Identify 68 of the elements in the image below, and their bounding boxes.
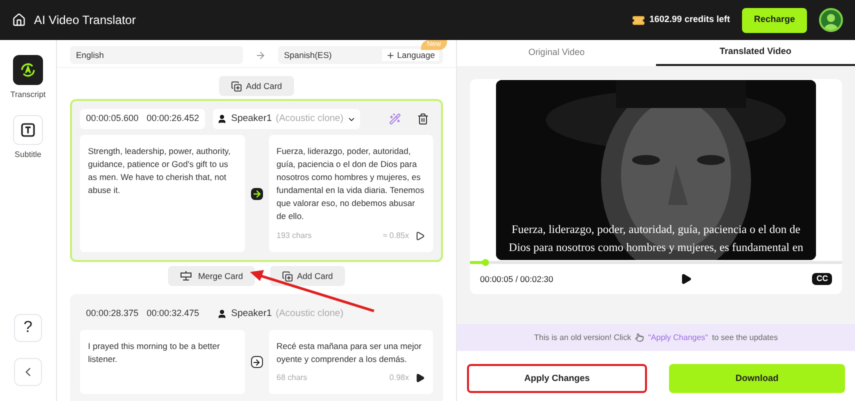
speaker-icon: [217, 309, 228, 319]
sidebar-label[interactable]: Subtitle: [14, 149, 42, 161]
transcript-card[interactable]: [70, 99, 443, 262]
end-time: 00:00:26.452: [146, 112, 200, 126]
video-tab[interactable]: Original Video: [457, 40, 656, 66]
voice-type: (Acoustic clone): [276, 112, 344, 126]
transcript-card[interactable]: 00:00:28.375 00:00:32.475 Speaker1 (Acoustic clone) I prayed this morning to be a better listener. Recé esta mañana para ser una mejor oyente y comprender a los demás. 68 chars 0.98x: [70, 294, 443, 401]
merge-icon: [180, 271, 192, 281]
speaker-name: Speaker1: [231, 112, 272, 126]
credits-text: 1602.99 credits left: [649, 13, 730, 26]
translate-arrow-icon[interactable]: [250, 356, 262, 368]
speed-rate: 0.98x: [389, 372, 409, 384]
target-language[interactable]: Spanish(ES): [284, 48, 332, 62]
time-range[interactable]: 00:00:05.600 00:00:26.452: [80, 109, 206, 129]
speaker-name: Speaker1: [231, 306, 272, 321]
source-text: I prayed this morning to be a better listener.: [88, 341, 220, 364]
notice-text: This is an old version! Click: [534, 332, 632, 344]
help-button[interactable]: ?: [14, 314, 42, 342]
progress-thumb[interactable]: [482, 259, 489, 266]
merge-card-button[interactable]: Merge Card: [168, 266, 255, 286]
play-icon[interactable]: [415, 372, 425, 382]
speaker-select[interactable]: Speaker1 (Acoustic clone): [213, 109, 360, 129]
playback-time: 00:00:05 / 00:02:30: [480, 272, 554, 286]
avatar-icon[interactable]: [819, 8, 843, 32]
play-icon[interactable]: [415, 230, 425, 240]
pointer-icon: [635, 333, 644, 342]
notice-text: to see the updates: [712, 332, 778, 344]
speed-rate: ≈ 0.85x: [382, 230, 409, 242]
speaker-icon: [217, 114, 228, 124]
source-language-field[interactable]: English: [70, 46, 243, 64]
credits-icon: [632, 14, 646, 26]
home-icon[interactable]: [12, 13, 26, 27]
plus-icon: [386, 50, 396, 60]
char-count: 68 chars: [276, 372, 308, 384]
speaker-select[interactable]: Speaker1 (Acoustic clone): [213, 304, 348, 324]
source-text: Strength, leadership, power, authority, guidance, patience or God's gift to us as men. We have to cherish that, not abuse it.: [88, 146, 231, 195]
apply-changes-button[interactable]: Apply Changes: [467, 364, 647, 393]
play-icon[interactable]: [680, 273, 692, 285]
translated-text: Fuerza, liderazgo, poder, autoridad, guía, paciencia o el don de Dios para nosotros como hombres y mujeres, es fundamental en la vida diaria. Tenemos que valorar eso, no debemos abusar de ello.: [276, 145, 425, 223]
char-count: 193 chars: [276, 230, 312, 242]
add-card-button[interactable]: Add Card: [219, 76, 294, 96]
wand-icon[interactable]: [389, 113, 401, 125]
recharge-button[interactable]: Recharge: [742, 8, 807, 32]
translated-text-box[interactable]: Recé esta mañana para ser una mejor oyente y comprender a los demás. 68 chars 0.98x: [268, 330, 433, 394]
subtitle-icon[interactable]: [13, 115, 43, 145]
add-language-button[interactable]: Language: [382, 48, 439, 62]
source-text-box[interactable]: I prayed this morning to be a better listener.: [80, 330, 244, 394]
start-time: 00:00:28.375: [86, 307, 139, 320]
arrow-icon: [255, 50, 266, 60]
start-time: 00:00:05.600: [86, 112, 139, 126]
translate-arrow-icon[interactable]: [250, 188, 262, 200]
app-title: AI Video Translator: [34, 12, 136, 29]
add-card-icon: [231, 80, 242, 92]
translated-text-box[interactable]: [268, 135, 433, 252]
time-range[interactable]: 00:00:28.375 00:00:32.475: [80, 304, 206, 324]
end-time: 00:00:32.475: [146, 307, 200, 320]
sidebar-label[interactable]: Transcript: [10, 89, 46, 101]
delete-icon[interactable]: [417, 113, 429, 125]
translated-text: Recé esta mañana para ser una mejor oyente y comprender a los demás.: [276, 340, 423, 366]
transcript-icon[interactable]: [12, 55, 43, 85]
cc-button[interactable]: CC: [812, 273, 832, 285]
progress-track[interactable]: [470, 261, 842, 264]
video-caption: Fuerza, liderazgo, poder, autoridad, guía, paciencia o el don de Dios para nosotros como hombres y mujeres, es fundamental en: [508, 223, 804, 256]
source-text-box[interactable]: Strength, leadership, power, authority, guidance, patience or God's gift to us as men. We have to cherish that, not abuse it.: [80, 135, 244, 252]
add-card-icon: [282, 270, 293, 282]
add-card-button[interactable]: Add Card: [270, 266, 345, 286]
voice-type: (Acoustic clone): [276, 306, 344, 321]
download-button[interactable]: Download: [669, 364, 845, 393]
